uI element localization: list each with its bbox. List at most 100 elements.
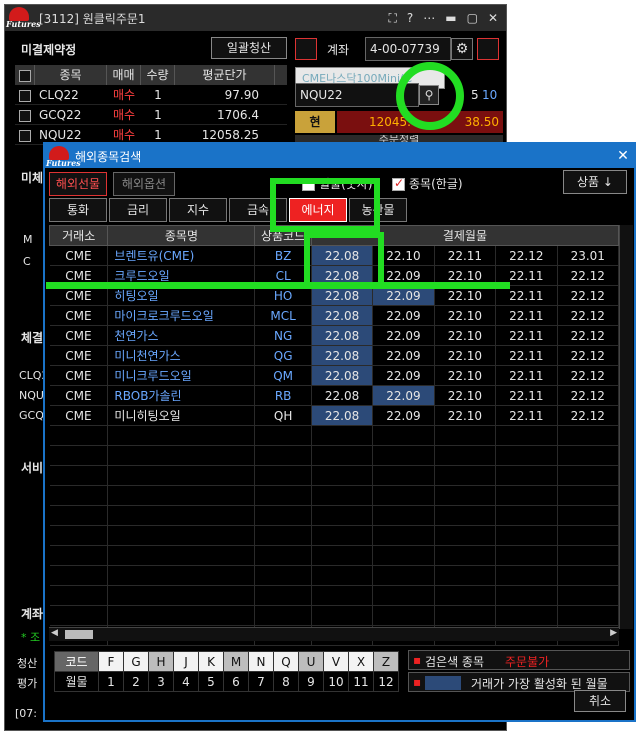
cell-month[interactable]: 22.11 bbox=[495, 325, 558, 346]
cell-month[interactable]: 22.09 bbox=[372, 365, 435, 386]
cell-month[interactable]: 22.12 bbox=[557, 305, 620, 326]
month-code-row: 코드 FGHJKMNQUVXZ bbox=[54, 651, 399, 672]
cell-symbol-name[interactable]: 미니천연가스 bbox=[107, 345, 256, 366]
cell-month[interactable]: 22.10 bbox=[434, 365, 497, 386]
cell-month[interactable]: 22.08 bbox=[311, 405, 374, 426]
bulk-clear-button[interactable]: 일괄청산 bbox=[211, 37, 287, 59]
cell-month[interactable]: 22.12 bbox=[557, 385, 620, 406]
cell-month[interactable]: 22.12 bbox=[495, 245, 558, 266]
cell-symbol-name[interactable]: 천연가스 bbox=[107, 325, 256, 346]
col-price: 평균단가 bbox=[175, 65, 275, 85]
cell-month[interactable]: 22.11 bbox=[495, 385, 558, 406]
cell-month[interactable]: 22.10 bbox=[434, 345, 497, 366]
cell-month[interactable]: 22.09 bbox=[372, 385, 435, 406]
cell-month[interactable]: 22.08 bbox=[311, 325, 374, 346]
more-icon[interactable]: ⋯ bbox=[423, 11, 435, 26]
cell-symbol-name[interactable]: RBOB가솔린 bbox=[107, 385, 256, 406]
cell-month[interactable]: 22.09 bbox=[372, 325, 435, 346]
cell-month[interactable]: 22.08 bbox=[311, 305, 374, 326]
side-star-text: * 조 bbox=[21, 631, 41, 644]
cell-product-code[interactable]: RB bbox=[254, 385, 312, 406]
gear-icon[interactable]: ⚙ bbox=[451, 38, 473, 60]
month-code-cell: J bbox=[173, 651, 199, 672]
cell-product-code[interactable]: BZ bbox=[254, 245, 312, 266]
cell-exchange: CME bbox=[49, 345, 109, 366]
empty-row bbox=[49, 565, 620, 586]
panel-toggle-icon[interactable] bbox=[295, 38, 317, 60]
cancel-button[interactable]: 취소 bbox=[574, 690, 626, 712]
month-code-table: 코드 FGHJKMNQUVXZ 월물 1 2 3 4 5 6 7 8 9 10 11 12 bbox=[54, 651, 399, 692]
scroll-right-icon[interactable]: ▶ bbox=[610, 628, 617, 638]
tab-currency[interactable]: 통화 bbox=[49, 198, 107, 222]
table-row[interactable]: GCQ22 매수 1 1706.4 bbox=[15, 105, 287, 125]
table-row[interactable]: CME RBOB가솔린 RB 22.08 22.09 22.10 22.11 22.12 bbox=[49, 385, 620, 406]
cell-month[interactable]: 22.11 bbox=[495, 345, 558, 366]
cell-symbol-name[interactable]: 미니히팅오일 bbox=[107, 405, 256, 426]
horizontal-scrollbar[interactable]: ◀ ▶ bbox=[49, 627, 619, 641]
row-checkbox[interactable] bbox=[19, 129, 31, 142]
row-checkbox[interactable] bbox=[19, 89, 31, 102]
scroll-left-icon[interactable]: ◀ bbox=[51, 628, 58, 638]
cell-product-code[interactable]: QH bbox=[254, 405, 312, 426]
annotation-crude-oil-line bbox=[46, 282, 510, 289]
cell-month[interactable]: 22.10 bbox=[434, 385, 497, 406]
cell-month[interactable]: 22.09 bbox=[372, 405, 435, 426]
partial-letter: M bbox=[23, 233, 33, 246]
cell-month[interactable]: 22.12 bbox=[557, 265, 620, 286]
table-row[interactable]: CME 천연가스 NG 22.08 22.09 22.10 22.11 22.12 bbox=[49, 325, 620, 346]
dialog-title: 해외종목검색 bbox=[75, 149, 142, 164]
help-icon[interactable]: ? bbox=[407, 11, 413, 26]
vertical-scrollbar[interactable] bbox=[619, 225, 633, 629]
layout-icon[interactable] bbox=[477, 38, 499, 60]
cell-month[interactable]: 22.08 bbox=[311, 365, 374, 386]
cell-month[interactable]: 22.11 bbox=[495, 365, 558, 386]
dialog-close-icon[interactable]: ✕ bbox=[612, 148, 634, 164]
maximize-icon[interactable]: ▢ bbox=[467, 11, 478, 26]
cell-month[interactable]: 22.10 bbox=[434, 325, 497, 346]
tab-index[interactable]: 지수 bbox=[169, 198, 227, 222]
table-row[interactable]: CME 마이크로크루드오일 MCL 22.08 22.09 22.10 22.11 22.12 bbox=[49, 305, 620, 326]
cell-product-code[interactable]: MCL bbox=[254, 305, 312, 326]
cell-month[interactable]: 22.11 bbox=[434, 245, 497, 266]
cell-month[interactable]: 22.10 bbox=[434, 405, 497, 426]
cell-month[interactable]: 22.11 bbox=[495, 405, 558, 426]
cell-month[interactable]: 22.08 bbox=[311, 345, 374, 366]
cell-symbol-name[interactable]: 브렌트유(CME) bbox=[107, 245, 256, 266]
tab-overseas-futures[interactable]: 해외선물 bbox=[49, 172, 107, 196]
product-dropdown-button[interactable]: 상품 ↓ bbox=[563, 170, 627, 194]
cell-month[interactable]: 22.12 bbox=[557, 345, 620, 366]
tab-overseas-options[interactable]: 해외옵션 bbox=[113, 172, 175, 196]
select-all-checkbox[interactable] bbox=[18, 69, 31, 82]
expand-icon[interactable]: ⛶ bbox=[388, 11, 396, 26]
account-number-field[interactable]: 4-00-07739 bbox=[365, 37, 451, 61]
option-symbol-korean[interactable]: 종목(한글) bbox=[392, 175, 463, 192]
cash-label: 청산 bbox=[17, 657, 38, 670]
cell-product-code[interactable]: NG bbox=[254, 325, 312, 346]
table-row[interactable]: CME 미니천연가스 QG 22.08 22.09 22.10 22.11 22.12 bbox=[49, 345, 620, 366]
table-row[interactable]: CME 미니크루드오일 QM 22.08 22.09 22.10 22.11 22.12 bbox=[49, 365, 620, 386]
cell-product-code[interactable]: QM bbox=[254, 365, 312, 386]
table-row[interactable]: CLQ22 매수 1 97.90 bbox=[15, 85, 287, 105]
symbol-korean-checkbox[interactable] bbox=[392, 176, 405, 191]
cell-month[interactable]: 22.09 bbox=[372, 345, 435, 366]
cell-month[interactable]: 22.11 bbox=[495, 305, 558, 326]
scroll-thumb[interactable] bbox=[65, 630, 93, 639]
close-icon[interactable]: ✕ bbox=[488, 11, 498, 26]
cell-symbol-name[interactable]: 미니크루드오일 bbox=[107, 365, 256, 386]
cell-exchange: CME bbox=[49, 305, 109, 326]
cell-exchange: CME bbox=[49, 365, 109, 386]
table-row[interactable]: CME 미니히팅오일 QH 22.08 22.09 22.10 22.11 22.12 bbox=[49, 405, 620, 426]
cell-month[interactable]: 22.09 bbox=[372, 305, 435, 326]
cell-month[interactable]: 22.12 bbox=[557, 285, 620, 306]
cell-symbol-name[interactable]: 마이크로크루드오일 bbox=[107, 305, 256, 326]
cell-product-code[interactable]: QG bbox=[254, 345, 312, 366]
cell-month[interactable]: 22.08 bbox=[311, 385, 374, 406]
cell-month[interactable]: 22.12 bbox=[557, 365, 620, 386]
cell-month[interactable]: 22.12 bbox=[557, 405, 620, 426]
cell-month[interactable]: 22.12 bbox=[557, 325, 620, 346]
row-checkbox[interactable] bbox=[19, 109, 31, 122]
tab-interest[interactable]: 금리 bbox=[109, 198, 167, 222]
minimize-icon[interactable]: ▬ bbox=[445, 11, 456, 26]
cell-month[interactable]: 22.10 bbox=[434, 305, 497, 326]
cell-month[interactable]: 23.01 bbox=[557, 245, 620, 266]
